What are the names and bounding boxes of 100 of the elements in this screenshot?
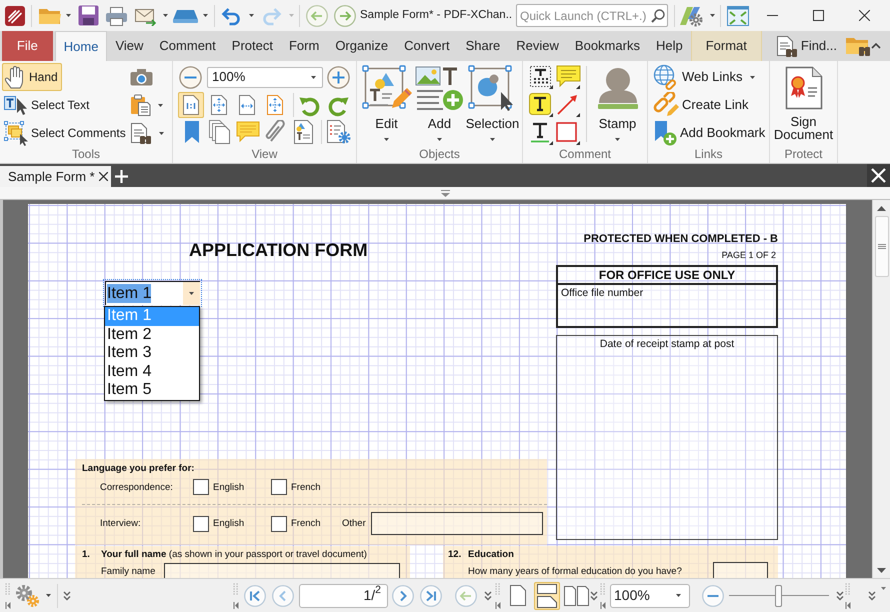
- zoom-in-icon[interactable]: [327, 66, 350, 88]
- dropdown-option[interactable]: Item 3: [105, 344, 199, 363]
- input-field[interactable]: [370, 512, 543, 535]
- ribbon-tab[interactable]: Convert: [396, 31, 458, 61]
- pages-icon[interactable]: [209, 120, 231, 144]
- close-icon[interactable]: [858, 10, 870, 21]
- dropdown-option[interactable]: Item 2: [105, 326, 199, 344]
- caret-icon[interactable]: [46, 594, 51, 597]
- find-button[interactable]: Find...: [776, 31, 837, 61]
- caret-icon[interactable]: [163, 14, 168, 17]
- scrollbar-thumb[interactable]: [874, 216, 888, 277]
- chevron-up-icon[interactable]: [871, 43, 881, 49]
- ribbon-tab[interactable]: Share: [458, 31, 508, 61]
- document-gear-icon[interactable]: [327, 120, 351, 144]
- double-chevron-icon[interactable]: [836, 590, 844, 600]
- collapse-arrow-icon[interactable]: [440, 190, 450, 196]
- document-binoculars-icon[interactable]: [130, 122, 152, 144]
- next-page-icon[interactable]: [392, 584, 414, 606]
- caret-icon[interactable]: [66, 14, 71, 17]
- document-binoculars-icon[interactable]: [776, 35, 798, 57]
- page-number-field[interactable]: 1/$^{2}$: [299, 584, 388, 608]
- double-chevron-icon[interactable]: [590, 590, 598, 600]
- object-tool-button[interactable]: Edit: [360, 61, 413, 147]
- scanner-icon[interactable]: [172, 8, 199, 24]
- toolbar-grip-icon[interactable]: [600, 582, 606, 608]
- double-chevron-icon[interactable]: [484, 590, 492, 600]
- zoom-slider[interactable]: [729, 584, 829, 606]
- dropdown-field[interactable]: Item 1: [103, 279, 202, 307]
- ribbon-tab[interactable]: Review: [508, 31, 567, 61]
- gears-icon[interactable]: [15, 584, 41, 608]
- toolbar-grip-icon[interactable]: [5, 582, 11, 608]
- palette-gear-icon[interactable]: [679, 4, 703, 26]
- rectangle-icon[interactable]: [556, 120, 581, 144]
- arrow-icon[interactable]: [556, 93, 581, 117]
- double-chevron-icon[interactable]: [63, 590, 71, 600]
- bookmark-icon[interactable]: [184, 120, 200, 144]
- create-link-button[interactable]: Create Link: [653, 91, 748, 119]
- scroll-down-icon[interactable]: [877, 568, 886, 572]
- clipboard-icon[interactable]: [130, 94, 151, 116]
- select-text-button[interactable]: Select Text: [2, 91, 94, 119]
- undo-icon[interactable]: [221, 6, 242, 26]
- dropdown-option[interactable]: Item 5: [105, 381, 199, 400]
- input-field[interactable]: [164, 563, 400, 578]
- zoom-field[interactable]: 100%: [610, 584, 690, 608]
- paperclip-icon[interactable]: [265, 120, 287, 144]
- sign-document-button[interactable]: Sign Document: [770, 61, 837, 147]
- slider-thumb[interactable]: [774, 584, 782, 606]
- page-layout-button[interactable]: [534, 582, 560, 610]
- checkbox[interactable]: [271, 479, 287, 495]
- document-image-icon[interactable]: [294, 120, 314, 144]
- toolbar-grip-icon[interactable]: [845, 582, 851, 608]
- ribbon-tab[interactable]: Home: [54, 31, 108, 61]
- ribbon-tab[interactable]: Protect: [224, 31, 281, 61]
- fullscreen-icon[interactable]: [727, 6, 749, 26]
- dropdown-option[interactable]: Item 4: [105, 362, 199, 382]
- first-page-icon[interactable]: [244, 584, 266, 606]
- plus-icon[interactable]: [115, 170, 128, 183]
- underline-text-icon[interactable]: [529, 120, 554, 144]
- close-icon[interactable]: [867, 164, 890, 187]
- object-tool-button[interactable]: Selection: [466, 61, 519, 147]
- double-chevron-icon[interactable]: [868, 590, 876, 600]
- camera-icon[interactable]: [130, 68, 153, 86]
- maximize-icon[interactable]: [812, 10, 824, 21]
- folder-binoculars-icon[interactable]: [845, 35, 871, 57]
- checkbox[interactable]: [271, 516, 287, 532]
- typewriter-icon[interactable]: [529, 65, 554, 89]
- caret-icon[interactable]: [710, 14, 715, 17]
- stamp-button[interactable]: Stamp: [590, 61, 645, 147]
- caret-icon[interactable]: [881, 587, 886, 590]
- ribbon-tab[interactable]: Form: [280, 31, 328, 61]
- quick-launch-field[interactable]: Quick Launch (CTRL+.): [516, 4, 668, 27]
- last-page-icon[interactable]: [420, 584, 442, 606]
- close-icon[interactable]: [99, 172, 108, 181]
- caret-icon[interactable]: [158, 104, 163, 106]
- caret-icon[interactable]: [159, 132, 164, 134]
- object-tool-button[interactable]: Add: [413, 61, 466, 147]
- input-field[interactable]: [713, 562, 768, 578]
- zoom-field[interactable]: 100%: [207, 66, 323, 88]
- ribbon-tab[interactable]: Comment: [151, 31, 224, 61]
- printer-icon[interactable]: [105, 6, 128, 26]
- add-bookmark-button[interactable]: Add Bookmark: [653, 119, 766, 147]
- ribbon-tab[interactable]: File: [2, 31, 53, 61]
- checkbox[interactable]: [193, 479, 209, 495]
- toolbar-grip-icon[interactable]: [495, 582, 501, 608]
- vertical-scrollbar[interactable]: [872, 200, 890, 578]
- toolbar-grip-icon[interactable]: [233, 582, 239, 608]
- ribbon-tab[interactable]: Format: [690, 31, 762, 61]
- document-tab[interactable]: Sample Form *: [0, 166, 111, 187]
- view-mode-button[interactable]: [178, 92, 204, 118]
- checkbox[interactable]: [193, 516, 209, 532]
- highlight-text-icon[interactable]: [529, 93, 554, 117]
- zoom-out-icon[interactable]: [702, 584, 724, 606]
- caret-icon[interactable]: [249, 14, 254, 17]
- ribbon-tab[interactable]: Help: [648, 31, 691, 61]
- zoom-out-icon[interactable]: [179, 66, 202, 88]
- caret-icon[interactable]: [203, 14, 208, 17]
- save-icon[interactable]: [78, 5, 99, 26]
- ribbon-tab[interactable]: View: [107, 31, 152, 61]
- ribbon-tab[interactable]: Bookmarks: [566, 31, 648, 61]
- web-links-button[interactable]: Web Links: [653, 63, 756, 91]
